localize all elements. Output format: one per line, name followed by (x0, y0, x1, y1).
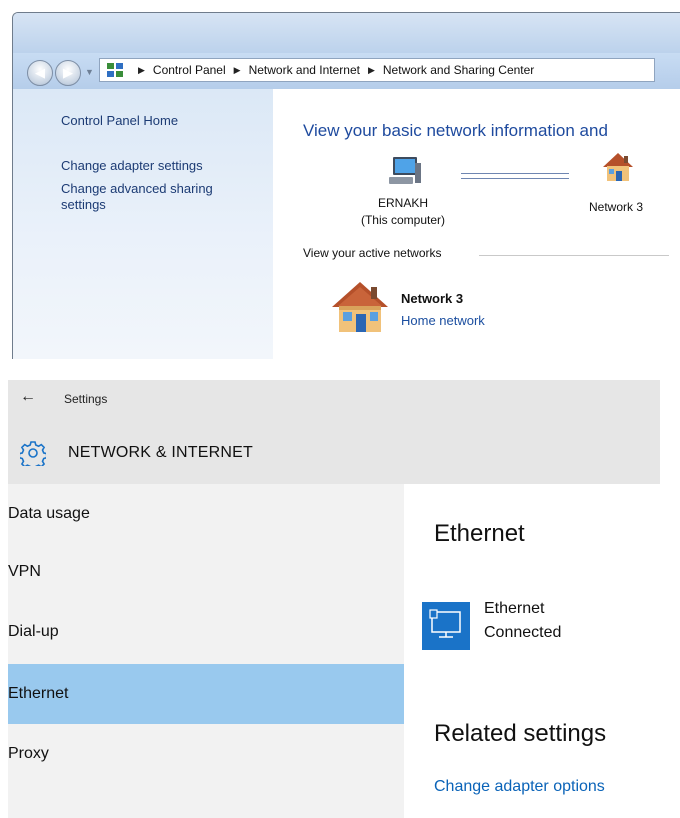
page-title: View your basic network information and (303, 121, 608, 140)
breadcrumb-chevron-icon: ▶ (233, 64, 241, 75)
nav-item-label: Ethernet (8, 685, 69, 702)
title-bar (13, 13, 680, 53)
active-networks-heading: View your active networks (303, 246, 442, 260)
settings-window: ← Settings NETWORK & INTERNET Data usage… (8, 380, 680, 818)
breadcrumb-network-internet[interactable]: Network and Internet (249, 63, 360, 77)
nav-item-dial-up[interactable]: Dial-up (8, 602, 404, 662)
back-arrow-icon: ◀ (35, 65, 45, 80)
computer-label: ERNAKH (This computer) (353, 195, 453, 229)
settings-header: ← Settings NETWORK & INTERNET (8, 380, 660, 484)
breadcrumb-chevron-icon: ▶ (367, 64, 375, 75)
navigation-bar: ◀ ▶ ▼ ▶ Control Panel ▶ Network and Inte… (13, 53, 680, 89)
gear-icon (18, 440, 48, 471)
section-divider (479, 255, 669, 256)
network-type-link[interactable]: Home network (401, 313, 485, 328)
change-adapter-options-link[interactable]: Change adapter options (434, 778, 605, 796)
settings-nav: Data usage VPN Dial-up Ethernet Proxy (8, 484, 404, 818)
tasks-pane: Control Panel Home Change adapter settin… (13, 89, 273, 359)
advanced-sharing-line1: Change advanced sharing (61, 181, 213, 196)
active-network-name: Network 3 (401, 291, 464, 306)
computer-icon (387, 155, 423, 192)
nav-item-label: Proxy (8, 745, 49, 762)
content-title: Ethernet (434, 520, 525, 547)
computer-subtitle: (This computer) (360, 213, 446, 227)
breadcrumb-chevron-icon: ▶ (138, 64, 145, 75)
network-map-label: Network 3 (589, 200, 644, 214)
nav-item-vpn[interactable]: VPN (8, 542, 404, 602)
network-connection-line (461, 173, 569, 179)
nav-item-label: Dial-up (8, 623, 59, 640)
related-settings-heading: Related settings (434, 720, 607, 747)
app-title: Settings (64, 392, 108, 406)
ethernet-adapter-tile[interactable] (422, 602, 470, 650)
control-panel-home-link[interactable]: Control Panel Home (61, 113, 178, 129)
breadcrumb-sharing-center[interactable]: Network and Sharing Center (383, 63, 534, 77)
nav-item-label: VPN (8, 563, 41, 580)
forward-button[interactable]: ▶ (55, 60, 81, 86)
monitor-icon (429, 609, 461, 638)
history-dropdown-icon[interactable]: ▼ (85, 67, 94, 77)
address-bar[interactable]: ▶ Control Panel ▶ Network and Internet ▶… (99, 58, 655, 82)
control-panel-icon (106, 62, 124, 78)
nav-item-label: Data usage (8, 505, 90, 522)
change-adapter-settings-link[interactable]: Change adapter settings (61, 158, 203, 174)
section-title: NETWORK & INTERNET (68, 444, 253, 461)
breadcrumb-control-panel[interactable]: Control Panel (153, 63, 226, 77)
computer-name: ERNAKH (377, 196, 428, 210)
home-network-icon (601, 151, 635, 188)
advanced-sharing-line2: settings (61, 197, 106, 212)
back-button[interactable]: ◀ (27, 60, 53, 86)
nav-item-data-usage[interactable]: Data usage (8, 484, 404, 544)
forward-arrow-icon: ▶ (63, 65, 73, 80)
nav-item-proxy[interactable]: Proxy (8, 724, 404, 784)
nav-item-ethernet[interactable]: Ethernet (8, 664, 404, 724)
back-arrow-icon[interactable]: ← (20, 388, 36, 406)
change-advanced-sharing-link[interactable]: Change advanced sharing settings (61, 181, 213, 213)
active-network-icon (329, 279, 391, 340)
network-sharing-center-window: ◀ ▶ ▼ ▶ Control Panel ▶ Network and Inte… (12, 12, 680, 359)
adapter-name: Ethernet (484, 600, 545, 617)
adapter-status: Connected (484, 624, 562, 641)
